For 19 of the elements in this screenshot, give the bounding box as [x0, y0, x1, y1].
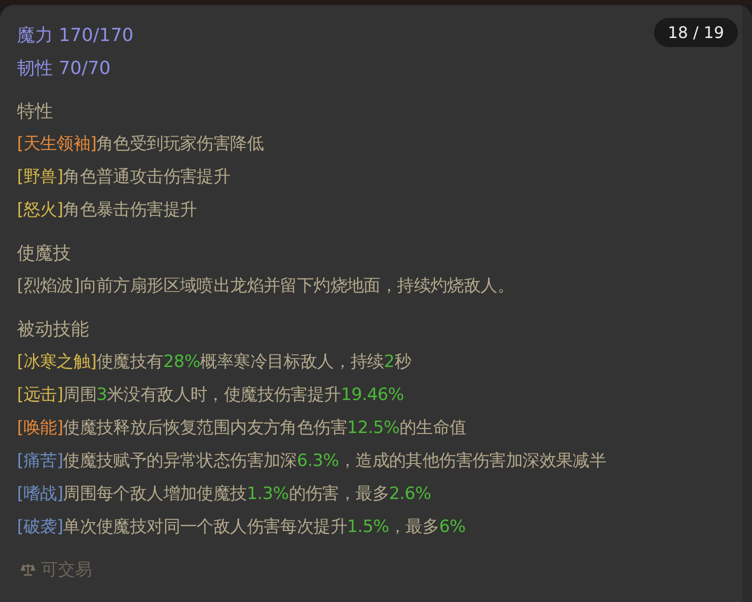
skill-description: [天生领袖]角色受到玩家伤害降低 — [17, 133, 264, 156]
skill-description: [痛苦]使魔技赋予的异常状态伤害加深6.3%，造成的其他伤害伤害加深效果减半 — [17, 450, 608, 473]
skill-description: [破袭]单次使魔技对同一个敌人伤害每次提升1.5%，最多6% — [17, 516, 466, 539]
skill-description: [野兽]角色普通攻击伤害提升 — [17, 166, 232, 189]
stat-line: 魔力 170/170 — [17, 24, 134, 48]
page-counter: 18 / 19 — [654, 18, 738, 47]
scrollbar-track[interactable] — [742, 5, 752, 602]
skill-description: [烈焰波]向前方扇形区域喷出龙焰并留下灼烧地面，持续灼烧敌人。 — [17, 275, 515, 298]
tradable-label: 可交易 — [41, 559, 92, 581]
skill-description: [唤能]使魔技释放后恢复范围内友方角色伤害12.5%的生命值 — [17, 417, 468, 440]
section-title: 使魔技 — [17, 242, 72, 266]
scale-icon — [21, 563, 35, 576]
skill-description: [怒火]角色暴击伤害提升 — [17, 199, 198, 222]
skill-description: [嗜战]周围每个敌人增加使魔技1.3%的伤害，最多2.6% — [17, 483, 432, 506]
section-title: 特性 — [17, 100, 54, 124]
stat-line: 韧性 70/70 — [17, 57, 111, 81]
skill-description: [冰寒之触]使魔技有28%概率寒冷目标敌人，持续2秒 — [17, 351, 412, 374]
skill-description: [远击]周围3米没有敌人时，使魔技伤害提升19.46% — [17, 384, 405, 407]
section-title: 被动技能 — [17, 318, 90, 342]
